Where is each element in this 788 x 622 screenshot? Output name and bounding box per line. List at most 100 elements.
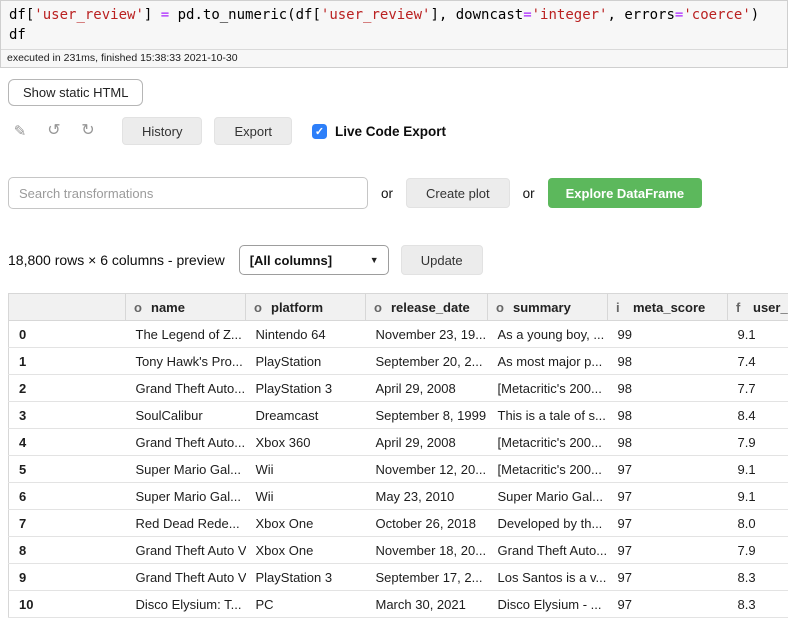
column-label: name xyxy=(151,300,185,315)
dtype-indicator: o xyxy=(134,300,151,315)
data-cell-release_date: November 18, 20... xyxy=(366,537,488,564)
or-text: or xyxy=(523,186,535,201)
data-cell-name: Grand Theft Auto V xyxy=(126,537,246,564)
dtype-indicator: o xyxy=(254,300,271,315)
dtype-indicator: i xyxy=(616,300,633,315)
data-cell-meta_score: 98 xyxy=(608,375,728,402)
data-cell-user_review: 9.1 xyxy=(728,456,788,483)
data-cell-meta_score: 99 xyxy=(608,321,728,348)
redo-icon[interactable]: ↻ xyxy=(76,123,100,139)
columns-dropdown[interactable]: [All columns] ▼ xyxy=(239,245,389,275)
data-cell-release_date: November 23, 19... xyxy=(366,321,488,348)
history-button[interactable]: History xyxy=(122,117,202,145)
row-index-cell: 10 xyxy=(9,591,126,618)
execution-status: executed in 231ms, finished 15:38:33 202… xyxy=(1,49,787,67)
column-label: platform xyxy=(271,300,323,315)
dtype-indicator: f xyxy=(736,300,753,315)
columns-dropdown-value: [All columns] xyxy=(250,253,332,268)
data-cell-name: Red Dead Rede... xyxy=(126,510,246,537)
data-cell-summary: [Metacritic's 200... xyxy=(488,429,608,456)
data-cell-summary: Los Santos is a v... xyxy=(488,564,608,591)
index-column-header[interactable] xyxy=(9,294,126,321)
data-cell-user_review: 8.0 xyxy=(728,510,788,537)
column-header-release_date[interactable]: orelease_date xyxy=(366,294,488,321)
or-text: or xyxy=(381,186,393,201)
data-cell-user_review: 7.9 xyxy=(728,537,788,564)
column-header-user_review[interactable]: fuser_review xyxy=(728,294,788,321)
data-cell-release_date: October 26, 2018 xyxy=(366,510,488,537)
data-cell-user_review: 8.4 xyxy=(728,402,788,429)
export-button[interactable]: Export xyxy=(214,117,292,145)
data-cell-platform: PlayStation xyxy=(246,348,366,375)
column-header-meta_score[interactable]: imeta_score xyxy=(608,294,728,321)
data-cell-platform: Nintendo 64 xyxy=(246,321,366,348)
data-cell-meta_score: 98 xyxy=(608,429,728,456)
data-cell-summary: Super Mario Gal... xyxy=(488,483,608,510)
data-cell-name: Disco Elysium: T... xyxy=(126,591,246,618)
data-cell-meta_score: 97 xyxy=(608,483,728,510)
data-cell-user_review: 9.1 xyxy=(728,321,788,348)
bamboolib-toolbar: ✎ ↺ ↻ History Export ✓ Live Code Export xyxy=(8,117,788,145)
data-cell-release_date: September 8, 1999 xyxy=(366,402,488,429)
data-cell-summary: Grand Theft Auto... xyxy=(488,537,608,564)
data-cell-name: Tony Hawk's Pro... xyxy=(126,348,246,375)
table-row: 6Super Mario Gal...WiiMay 23, 2010Super … xyxy=(9,483,788,510)
data-cell-release_date: September 20, 2... xyxy=(366,348,488,375)
preview-controls-row: 18,800 rows × 6 columns - preview [All c… xyxy=(8,245,788,275)
column-label: summary xyxy=(513,300,571,315)
data-cell-user_review: 7.4 xyxy=(728,348,788,375)
data-cell-platform: Wii xyxy=(246,456,366,483)
data-cell-name: Grand Theft Auto... xyxy=(126,375,246,402)
row-index-cell: 9 xyxy=(9,564,126,591)
update-button[interactable]: Update xyxy=(401,245,483,275)
table-body: 0The Legend of Z...Nintendo 64November 2… xyxy=(9,321,788,618)
row-index-cell: 2 xyxy=(9,375,126,402)
edit-pencil-icon[interactable]: ✎ xyxy=(8,124,32,139)
checkbox-checked-icon[interactable]: ✓ xyxy=(312,124,327,139)
data-cell-platform: Xbox One xyxy=(246,510,366,537)
column-header-summary[interactable]: osummary xyxy=(488,294,608,321)
row-index-cell: 6 xyxy=(9,483,126,510)
data-cell-summary: [Metacritic's 200... xyxy=(488,375,608,402)
data-cell-summary: As a young boy, ... xyxy=(488,321,608,348)
show-static-html-button[interactable]: Show static HTML xyxy=(8,79,143,106)
row-index-cell: 0 xyxy=(9,321,126,348)
data-cell-summary: [Metacritic's 200... xyxy=(488,456,608,483)
data-cell-meta_score: 97 xyxy=(608,456,728,483)
live-code-export-toggle[interactable]: ✓ Live Code Export xyxy=(312,124,446,139)
code-line: df['user_review'] = pd.to_numeric(df['us… xyxy=(9,5,781,25)
explore-dataframe-button[interactable]: Explore DataFrame xyxy=(548,178,703,208)
column-label: meta_score xyxy=(633,300,705,315)
data-cell-name: Super Mario Gal... xyxy=(126,483,246,510)
data-cell-platform: PlayStation 3 xyxy=(246,564,366,591)
data-cell-name: Grand Theft Auto V xyxy=(126,564,246,591)
data-cell-user_review: 8.3 xyxy=(728,564,788,591)
data-cell-release_date: April 29, 2008 xyxy=(366,429,488,456)
data-cell-name: SoulCalibur xyxy=(126,402,246,429)
data-cell-user_review: 7.9 xyxy=(728,429,788,456)
data-cell-meta_score: 97 xyxy=(608,564,728,591)
code-cell[interactable]: df['user_review'] = pd.to_numeric(df['us… xyxy=(0,0,788,68)
create-plot-button[interactable]: Create plot xyxy=(406,178,510,208)
table-row: 2Grand Theft Auto...PlayStation 3April 2… xyxy=(9,375,788,402)
table-row: 9Grand Theft Auto VPlayStation 3Septembe… xyxy=(9,564,788,591)
table-row: 4Grand Theft Auto...Xbox 360April 29, 20… xyxy=(9,429,788,456)
transformations-row: or Create plot or Explore DataFrame xyxy=(8,177,788,209)
data-cell-release_date: September 17, 2... xyxy=(366,564,488,591)
code-content[interactable]: df['user_review'] = pd.to_numeric(df['us… xyxy=(1,1,787,49)
table-row: 3SoulCaliburDreamcastSeptember 8, 1999Th… xyxy=(9,402,788,429)
search-transformations-input[interactable] xyxy=(8,177,368,209)
column-header-platform[interactable]: oplatform xyxy=(246,294,366,321)
table-row: 8Grand Theft Auto VXbox OneNovember 18, … xyxy=(9,537,788,564)
data-cell-platform: PC xyxy=(246,591,366,618)
data-cell-name: Super Mario Gal... xyxy=(126,456,246,483)
column-header-name[interactable]: oname xyxy=(126,294,246,321)
code-line: df xyxy=(9,25,781,45)
undo-icon[interactable]: ↺ xyxy=(42,123,66,139)
data-cell-meta_score: 97 xyxy=(608,510,728,537)
table-row: 5Super Mario Gal...WiiNovember 12, 20...… xyxy=(9,456,788,483)
dataframe-preview: onameoplatformorelease_dateosummaryimeta… xyxy=(8,293,788,618)
data-cell-summary: Disco Elysium - ... xyxy=(488,591,608,618)
data-cell-summary: As most major p... xyxy=(488,348,608,375)
data-cell-release_date: November 12, 20... xyxy=(366,456,488,483)
